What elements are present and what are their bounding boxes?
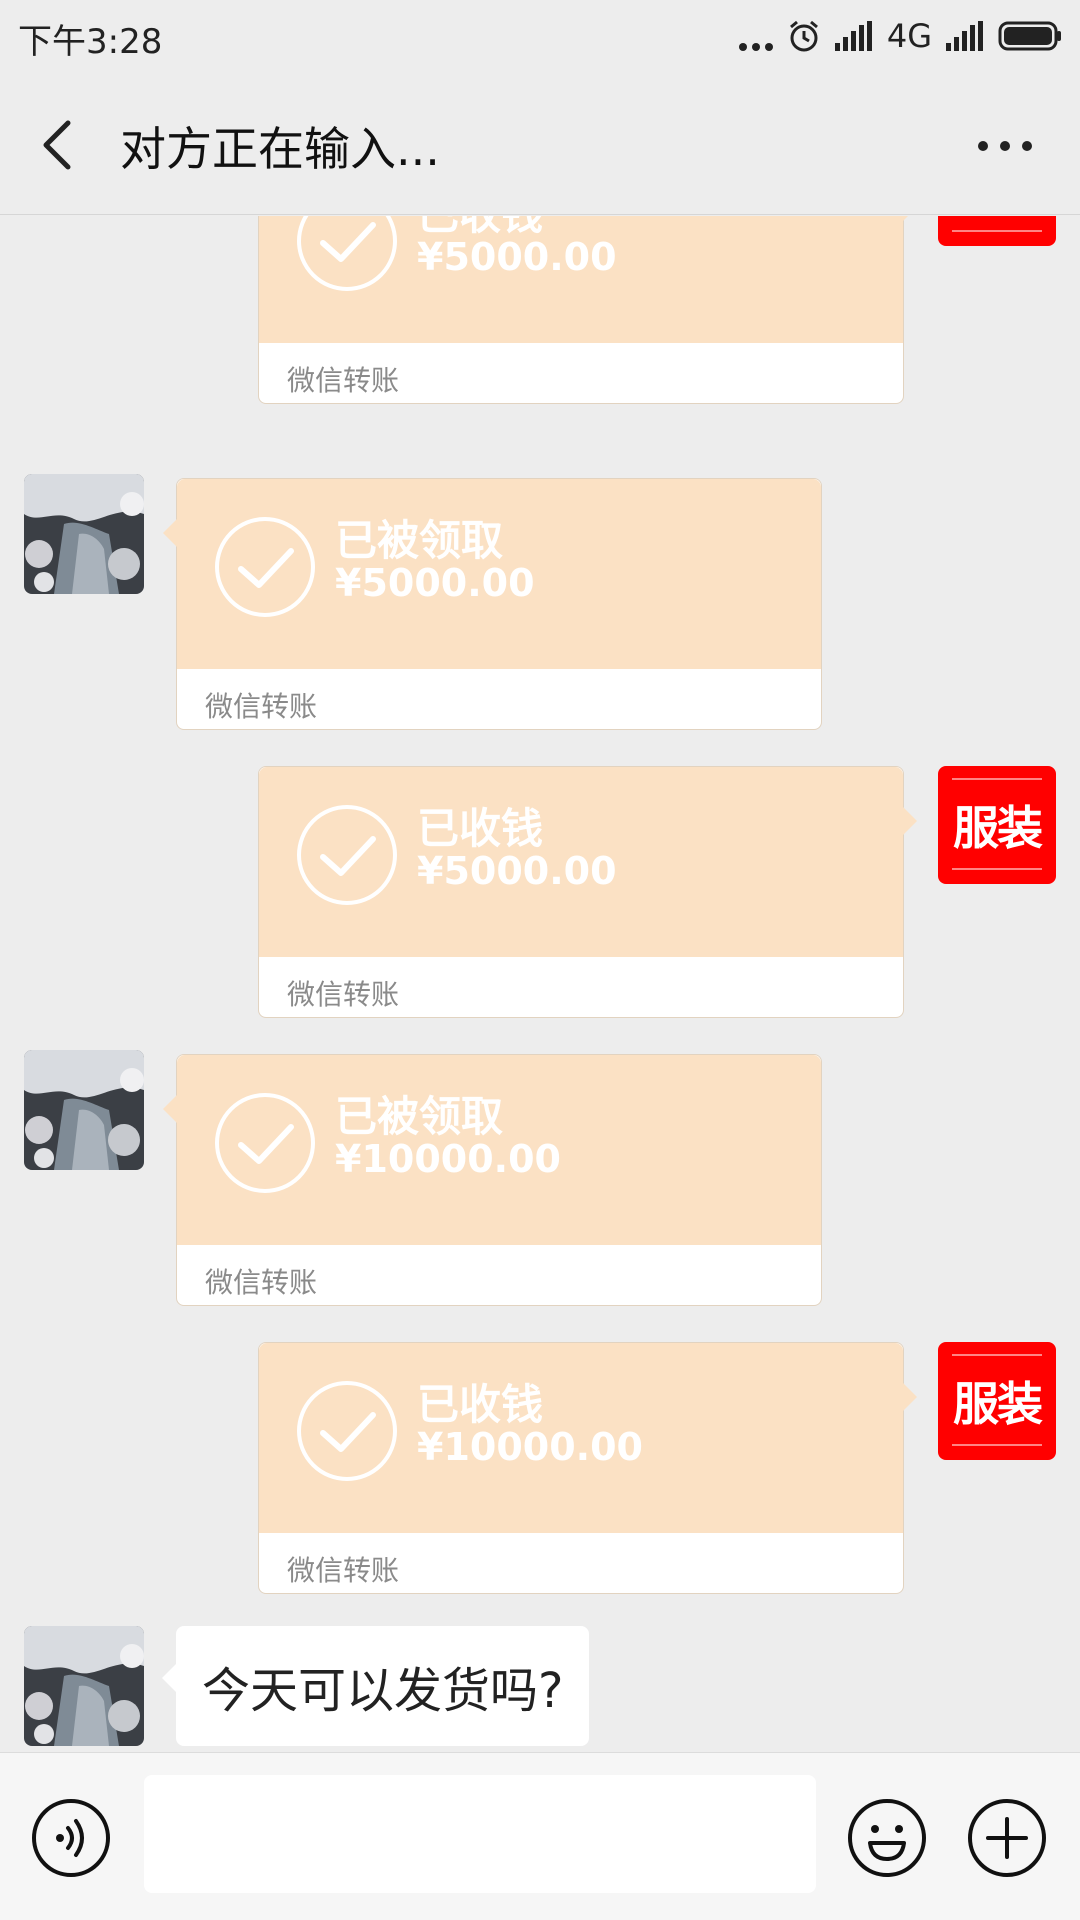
check-circle-icon [215, 517, 315, 617]
message-row: 已收钱 ¥5000.00 微信转账 服装 [0, 216, 1080, 442]
signal-icon [834, 21, 872, 51]
my-avatar[interactable]: 服装 [938, 1342, 1056, 1460]
status-time: 下午3:28 [18, 22, 163, 62]
transfer-card[interactable]: 已收钱 ¥5000.00 微信转账 [258, 766, 917, 1018]
more-icon[interactable] [970, 131, 1040, 161]
avatar-image [24, 474, 144, 594]
transfer-status: 已被领取 [335, 1092, 504, 1141]
transfer-amount: ¥5000.00 [335, 561, 535, 605]
message-text: 今天可以发货吗? [202, 1663, 564, 1719]
message-input[interactable] [144, 1775, 816, 1893]
contact-avatar[interactable] [24, 1626, 144, 1746]
transfer-status: 已被领取 [335, 516, 504, 565]
transfer-card[interactable]: 已收钱 ¥10000.00 微信转账 [258, 1342, 917, 1594]
emoji-icon[interactable] [846, 1797, 928, 1879]
avatar-logo-text: 服装 [938, 216, 1056, 220]
transfer-amount: ¥5000.00 [417, 849, 617, 893]
check-circle-icon [215, 1093, 315, 1193]
notification-dots-icon [738, 21, 773, 51]
transfer-footer: 微信转账 [205, 1266, 318, 1299]
transfer-footer: 微信转账 [205, 690, 318, 723]
avatar-image [24, 1626, 144, 1746]
avatar-logo-text: 服装 [953, 801, 1043, 855]
message-list[interactable]: 已收钱 ¥5000.00 微信转账 服装 [0, 216, 1080, 1752]
avatar-logo-text: 服装 [953, 1377, 1043, 1431]
chat-header: 对方正在输入... [0, 75, 1080, 215]
check-circle-icon [297, 1381, 397, 1481]
message-row: 已收钱 ¥10000.00 微信转账 服装 [0, 1342, 1080, 1596]
check-circle-icon [297, 805, 397, 905]
my-avatar[interactable]: 服装 [938, 216, 1056, 246]
contact-avatar[interactable] [24, 1050, 144, 1170]
transfer-footer: 微信转账 [287, 1554, 400, 1587]
transfer-amount: ¥10000.00 [335, 1137, 561, 1181]
transfer-status: 已收钱 [417, 804, 544, 853]
network-type: 4G [886, 17, 932, 55]
transfer-amount: ¥5000.00 [417, 235, 617, 279]
text-message-bubble[interactable]: 今天可以发货吗? [162, 1626, 590, 1746]
message-row: 已被领取 ¥10000.00 微信转账 [0, 1050, 1080, 1308]
check-circle-icon [297, 216, 397, 291]
message-row: 已收钱 ¥5000.00 微信转账 服装 [0, 766, 1080, 1020]
alarm-icon [789, 20, 818, 52]
contact-avatar[interactable] [24, 474, 144, 594]
transfer-card[interactable]: 已收钱 ¥5000.00 微信转账 [258, 216, 917, 404]
status-bar: 下午3:28 4G [0, 0, 1080, 75]
transfer-footer: 微信转账 [287, 978, 400, 1011]
transfer-card[interactable]: 已被领取 ¥5000.00 微信转账 [163, 478, 822, 730]
voice-icon[interactable] [30, 1797, 112, 1879]
battery-icon [998, 21, 1061, 51]
message-row: 今天可以发货吗? [0, 1626, 1080, 1752]
signal-icon-2 [946, 21, 983, 51]
message-row: 已被领取 ¥5000.00 微信转账 [0, 474, 1080, 732]
chevron-left-icon[interactable] [30, 115, 90, 175]
my-avatar[interactable]: 服装 [938, 766, 1056, 884]
transfer-amount: ¥10000.00 [417, 1425, 643, 1469]
transfer-status: 已收钱 [417, 1380, 544, 1429]
status-icons: 4G [738, 16, 1062, 56]
transfer-card[interactable]: 已被领取 ¥10000.00 微信转账 [163, 1054, 822, 1306]
chat-title: 对方正在输入... [120, 122, 440, 176]
transfer-footer: 微信转账 [287, 364, 400, 397]
plus-icon[interactable] [966, 1797, 1048, 1879]
input-bar [0, 1752, 1080, 1920]
avatar-image [24, 1050, 144, 1170]
